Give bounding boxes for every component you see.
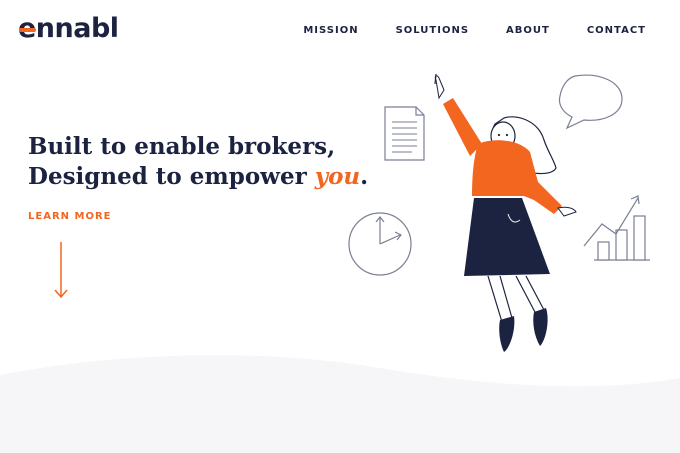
speech-bubble-icon — [558, 74, 623, 130]
nav-item-contact[interactable]: CONTACT — [587, 24, 646, 38]
nav-item-mission[interactable]: MISSION — [303, 24, 358, 38]
nav-item-about[interactable]: ABOUT — [506, 24, 550, 38]
bottom-wave-divider — [0, 355, 680, 453]
document-icon — [384, 106, 425, 161]
learn-more-link[interactable]: LEARN MORE — [28, 211, 111, 222]
headline-line-2: Designed to empower you. — [28, 162, 368, 192]
hero-headline: Built to enable brokers, Designed to emp… — [28, 132, 368, 192]
growth-chart-icon — [583, 195, 650, 261]
woman-pointing-up-figure — [434, 73, 577, 352]
brand-logo[interactable]: ennabl — [18, 10, 119, 48]
nav-item-solutions[interactable]: SOLUTIONS — [396, 24, 469, 38]
headline-line-1: Built to enable brokers, — [28, 133, 336, 160]
headline-line-2-prefix: Designed to empower — [28, 163, 315, 190]
arrow-down-icon[interactable] — [53, 240, 69, 302]
main-nav: MISSION SOLUTIONS ABOUT CONTACT — [266, 24, 646, 38]
hero-illustration — [348, 73, 650, 352]
logo-accent-bar — [19, 28, 36, 32]
clock-icon — [348, 212, 412, 276]
